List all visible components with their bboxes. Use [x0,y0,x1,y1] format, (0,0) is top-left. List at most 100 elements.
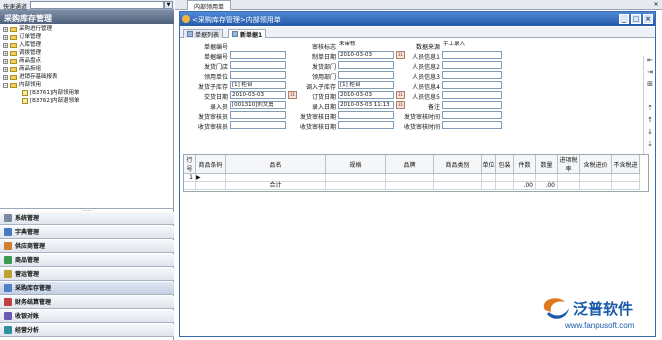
ship-dept-field[interactable] [338,61,394,69]
maximize-icon[interactable]: □ [631,14,641,24]
entry-person-field[interactable]: [001310]刘文勇 [230,101,286,109]
tab-new-document[interactable]: 新单据1 [228,29,267,39]
tree-node[interactable]: + 调拨管理 [3,49,41,57]
staff5-field[interactable] [442,91,502,99]
grid-cell[interactable] [434,182,482,190]
grid-cell[interactable] [580,182,612,190]
remark-field[interactable] [442,101,502,109]
grid-cell[interactable] [536,174,558,182]
grid-cell[interactable] [326,174,386,182]
column-header[interactable]: 规格 [326,155,386,174]
module-operation[interactable]: 营运管理 [0,268,174,281]
module-supplier[interactable]: 供应商管理 [0,240,174,253]
prev-row-icon[interactable]: ↑ [646,116,654,124]
grid-cell[interactable] [196,182,226,190]
module-analysis[interactable]: 经营分析 [0,324,174,337]
expand-icon[interactable]: + [3,50,8,56]
expand-icon[interactable]: + [3,34,8,40]
module-book[interactable]: 字典管理 [0,226,174,239]
column-header[interactable]: 件数 [514,155,536,174]
grid-cell[interactable] [612,174,640,182]
staff3-field[interactable] [442,71,502,79]
next-row-icon[interactable]: ↓ [646,128,654,136]
grid-cell[interactable] [612,182,640,190]
grid-cell[interactable] [226,174,326,182]
collapse-icon[interactable]: − [3,82,8,88]
order-date-field[interactable]: 2010-03-03 [338,91,394,99]
expand-icon[interactable]: + [3,26,8,32]
minimize-icon[interactable]: _ [619,14,629,24]
quick-access-input[interactable] [30,1,164,9]
grid-cell[interactable] [558,174,580,182]
staff4-field[interactable] [442,81,502,89]
column-header[interactable]: 单位 [482,155,496,174]
module-finance[interactable]: 财务结算管理 [0,296,174,309]
tree-node[interactable]: + 采购进行管理 [3,25,52,33]
module-cashier[interactable]: 收银对账 [0,310,174,323]
expand-icon[interactable]: + [3,58,8,64]
module-goods[interactable]: 商品管理 [0,254,174,267]
module-warehouse[interactable]: 采购库存管理 [0,282,174,295]
column-header[interactable]: 行号 [184,155,196,174]
ship-audit-time-field[interactable] [442,111,502,119]
tree-node[interactable]: + 商品拆组 [3,65,41,73]
column-header[interactable]: 不含税进 [612,155,640,174]
grid-cell[interactable] [514,174,536,182]
grid-cell[interactable] [434,174,482,182]
column-header[interactable]: 包装 [496,155,514,174]
expand-icon[interactable]: + [3,74,8,80]
grid-cell[interactable] [326,182,386,190]
close-window-icon[interactable]: × [643,14,653,24]
ship-store-field[interactable] [230,61,286,69]
tab-document-list[interactable]: 单据列表 [183,29,224,39]
recv-dept-field[interactable] [338,71,394,79]
ship-audit-date-field[interactable] [338,111,394,119]
module-gear[interactable]: 系统管理 [0,212,174,225]
grid-cell[interactable] [482,182,496,190]
chevron-down-icon[interactable]: ▼ [164,1,173,9]
tree-node[interactable]: + 进销存基础报表 [3,73,58,81]
staff2-field[interactable] [442,61,502,69]
ship-auditor-field[interactable] [230,111,286,119]
recv-unit-field[interactable] [230,71,286,79]
grid-cell[interactable] [184,182,196,190]
column-header[interactable]: 品名 [226,155,326,174]
expand-icon[interactable]: + [3,66,8,72]
column-header[interactable]: 含税进价 [580,155,612,174]
expand-icon[interactable]: + [3,42,8,48]
grid-cell[interactable] [386,174,434,182]
grid-cell[interactable] [580,174,612,182]
close-icon[interactable]: ✕ [652,1,660,9]
tree-node[interactable]: + 订单管理 [3,33,41,41]
first-row-icon[interactable]: ⇡ [646,104,654,112]
column-header[interactable]: 数量 [536,155,558,174]
ship-sub-field[interactable]: [1] 柜台 [230,81,286,89]
tab-internal-requisition[interactable]: 内部领用单 [187,0,232,11]
tree-node[interactable]: − 内部领用 [3,81,41,89]
column-header[interactable]: 商品类别 [434,155,482,174]
column-header[interactable]: 品牌 [386,155,434,174]
column-icon[interactable]: ⊞ [646,80,654,88]
recv-audit-time-field[interactable] [442,121,502,129]
grid-cell[interactable] [496,174,514,182]
tree-node[interactable]: + 商品盘点 [3,57,41,65]
grid-cell[interactable] [558,182,580,190]
tree-node[interactable]: + 入库管理 [3,41,41,49]
collapse-icon[interactable]: ⇥ [646,68,654,76]
tree-leaf[interactable]: [B3761]内部领用单 [22,89,80,97]
in-sub-field[interactable]: [1] 柜台 [338,81,394,89]
create-date-field[interactable]: 2010-03-03 [338,51,394,59]
grid-cell[interactable] [496,182,514,190]
recv-audit-date-field[interactable] [338,121,394,129]
deliver-date-field[interactable]: 2010-03-03 [230,91,286,99]
entry-date-field[interactable]: 2010-03-03 11:13 [338,101,394,109]
tree-leaf[interactable]: [B3762]内部退领单 [22,97,80,105]
expand-icon[interactable]: ⇤ [646,56,654,64]
column-header[interactable]: 进项税率 [558,155,580,174]
grid-cell[interactable] [482,174,496,182]
last-row-icon[interactable]: ⇣ [646,140,654,148]
grid-cell[interactable] [386,182,434,190]
doc-no2-field[interactable] [230,51,286,59]
staff1-field[interactable] [442,51,502,59]
column-header[interactable]: 商品条码 [196,155,226,174]
